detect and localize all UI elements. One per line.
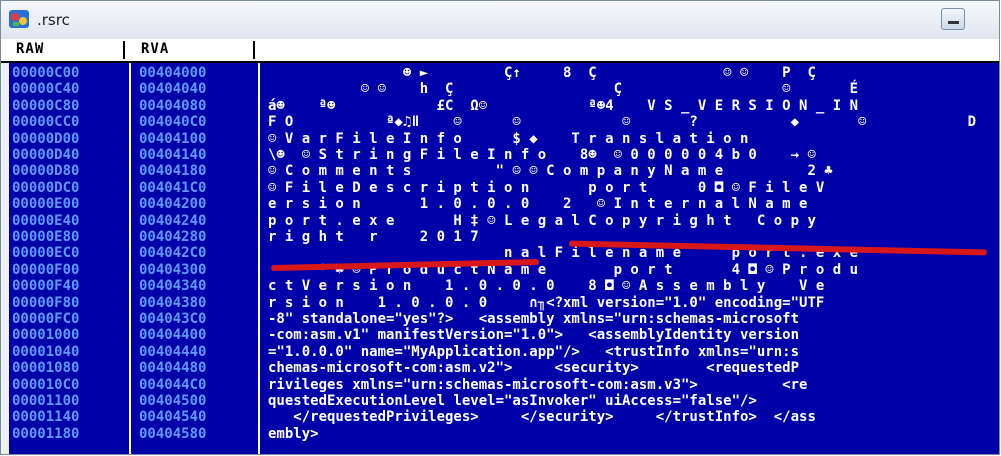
data-bytes: -8" standalone="yes"?> <assembly xmlns="… xyxy=(268,311,800,327)
data-bytes: F O ª◆♫ǁ ☺ ☺ ☺ ? ◆ ☺ D xyxy=(268,114,977,131)
data-bytes: e r s i o n 1 . 0 . 0 . 0 2 ☺ I n t e r … xyxy=(268,196,808,213)
raw-offset: 00001180 xyxy=(12,425,80,442)
data-bytes: ☺ F i l e D e s c r i p t i o n p o r t … xyxy=(268,179,825,196)
raw-offset: 00000E40 xyxy=(12,212,80,229)
raw-offset: 00000FC0 xyxy=(12,311,80,327)
data-bytes: ="1.0.0.0" name="MyApplication.app"/> <t… xyxy=(268,343,800,360)
data-bytes: \☻ ☺ S t r i n g F i l e I n f o 8☻ ☺ 0 … xyxy=(268,147,816,163)
data-bytes: ☻ ► Ç↑ 8 Ç ☺ ☺ P Ç xyxy=(268,65,816,81)
raw-offset: 000010C0 xyxy=(12,376,80,393)
rva-address: 00404100 xyxy=(139,130,207,147)
raw-offset: 00000C40 xyxy=(12,81,80,98)
raw-offset: 00000D40 xyxy=(12,147,80,163)
data-bytes: rivileges xmlns="urn:schemas-microsoft-c… xyxy=(268,376,808,393)
rva-address: 00404180 xyxy=(139,163,207,180)
rva-address: 004041C0 xyxy=(139,179,207,196)
column-separator[interactable] xyxy=(123,41,125,59)
rva-address: 00404340 xyxy=(139,278,207,295)
data-bytes: chemas-microsoft-com:asm.v2"> <security>… xyxy=(268,360,800,377)
rva-address: 00404480 xyxy=(139,360,207,377)
rva-address: 00404400 xyxy=(139,327,207,344)
rva-address: 00404380 xyxy=(139,294,207,311)
rva-address: 00404500 xyxy=(139,393,207,409)
data-bytes: ☺ ☺ h Ç Ç ☺ É xyxy=(268,81,859,98)
rva-address: 00404580 xyxy=(139,425,207,442)
rva-address: 00404240 xyxy=(139,212,207,229)
raw-offset: 00000F80 xyxy=(12,294,80,311)
raw-offset: 00001140 xyxy=(12,409,80,426)
data-bytes: r s i o n 1 . 0 . 0 . 0 ∩╖<?xml version=… xyxy=(268,294,825,311)
raw-column-header[interactable]: RAW xyxy=(16,41,44,57)
window-title: .rsrc xyxy=(37,11,70,29)
rva-address: 00404280 xyxy=(139,229,207,245)
data-bytes: p o r t . e x e H ‡ ☺ L e g a l C o p y … xyxy=(268,212,816,229)
raw-offset: 00001000 xyxy=(12,327,80,344)
column-header: RAW RVA xyxy=(1,39,999,63)
raw-offset: 00000D00 xyxy=(12,130,80,147)
raw-offset: 00000E80 xyxy=(12,229,80,245)
data-bytes: embly> xyxy=(268,425,319,442)
raw-offset: 00000E00 xyxy=(12,196,80,213)
raw-offset: 00000F40 xyxy=(12,278,80,295)
data-bytes: r i g h t r 2 0 1 7 xyxy=(268,229,479,245)
rva-address: 00404540 xyxy=(139,409,207,426)
rva-address: 00404040 xyxy=(139,81,207,98)
rva-address: 00404300 xyxy=(139,261,207,278)
data-bytes: á☻ ª☻ £C Ω☺ ª☻4 V S _ V E R S I O N _ I … xyxy=(268,97,859,114)
raw-offset: 00000C80 xyxy=(12,97,80,114)
raw-offset: 00000CC0 xyxy=(12,114,80,131)
raw-offset: 00001080 xyxy=(12,360,80,377)
hex-dump-area[interactable]: 00000C00 00404000 ☻ ► Ç↑ 8 Ç ☺ ☺ P Ç 00000… xyxy=(9,63,999,454)
rva-address: 004044C0 xyxy=(139,376,207,393)
rva-address: 00404440 xyxy=(139,343,207,360)
rva-column-header[interactable]: RVA xyxy=(141,41,169,57)
data-bytes: questedExecutionLevel level="asInvoker" … xyxy=(268,393,757,409)
dump-window: .rsrc RAW RVA 00000C00 00404000 ☻ ► Ç↑ 8 … xyxy=(0,0,1000,455)
rva-address: 00404140 xyxy=(139,147,207,163)
data-bytes: ☺ C o m m e n t s " ☺ ☺ C o m p a n y N … xyxy=(268,163,833,180)
rva-address: 004040C0 xyxy=(139,114,207,131)
raw-offset: 00000D80 xyxy=(12,163,80,180)
rva-address: 00404200 xyxy=(139,196,207,213)
title-bar: .rsrc xyxy=(1,1,999,40)
raw-offset: 00001040 xyxy=(12,343,80,360)
rva-address: 00404000 xyxy=(139,65,207,81)
data-bytes: ☺ V a r F i l e I n f o $ ◆ T r a n s l … xyxy=(268,130,749,147)
raw-offset: 00000DC0 xyxy=(12,179,80,196)
rva-address: 004042C0 xyxy=(139,245,207,262)
column-divider xyxy=(129,63,131,454)
debugger-app-icon xyxy=(9,10,29,28)
raw-offset: 00000F00 xyxy=(12,261,80,278)
rva-address: 004043C0 xyxy=(139,311,207,327)
minimize-icon xyxy=(948,21,959,24)
raw-offset: 00000C00 xyxy=(12,65,80,81)
minimize-button[interactable] xyxy=(941,8,965,30)
data-bytes: c t V e r s i o n 1 . 0 . 0 . 0 8 ◘ ☺ A … xyxy=(268,278,825,295)
raw-offset: 00001100 xyxy=(12,393,80,409)
data-bytes: </requestedPrivileges> </security> </tru… xyxy=(268,409,816,426)
rva-address: 00404080 xyxy=(139,97,207,114)
column-separator[interactable] xyxy=(253,41,255,59)
raw-offset: 00000EC0 xyxy=(12,245,80,262)
data-bytes: -com:asm.v1" manifestVersion="1.0"> <ass… xyxy=(268,327,800,344)
column-divider xyxy=(258,63,260,454)
